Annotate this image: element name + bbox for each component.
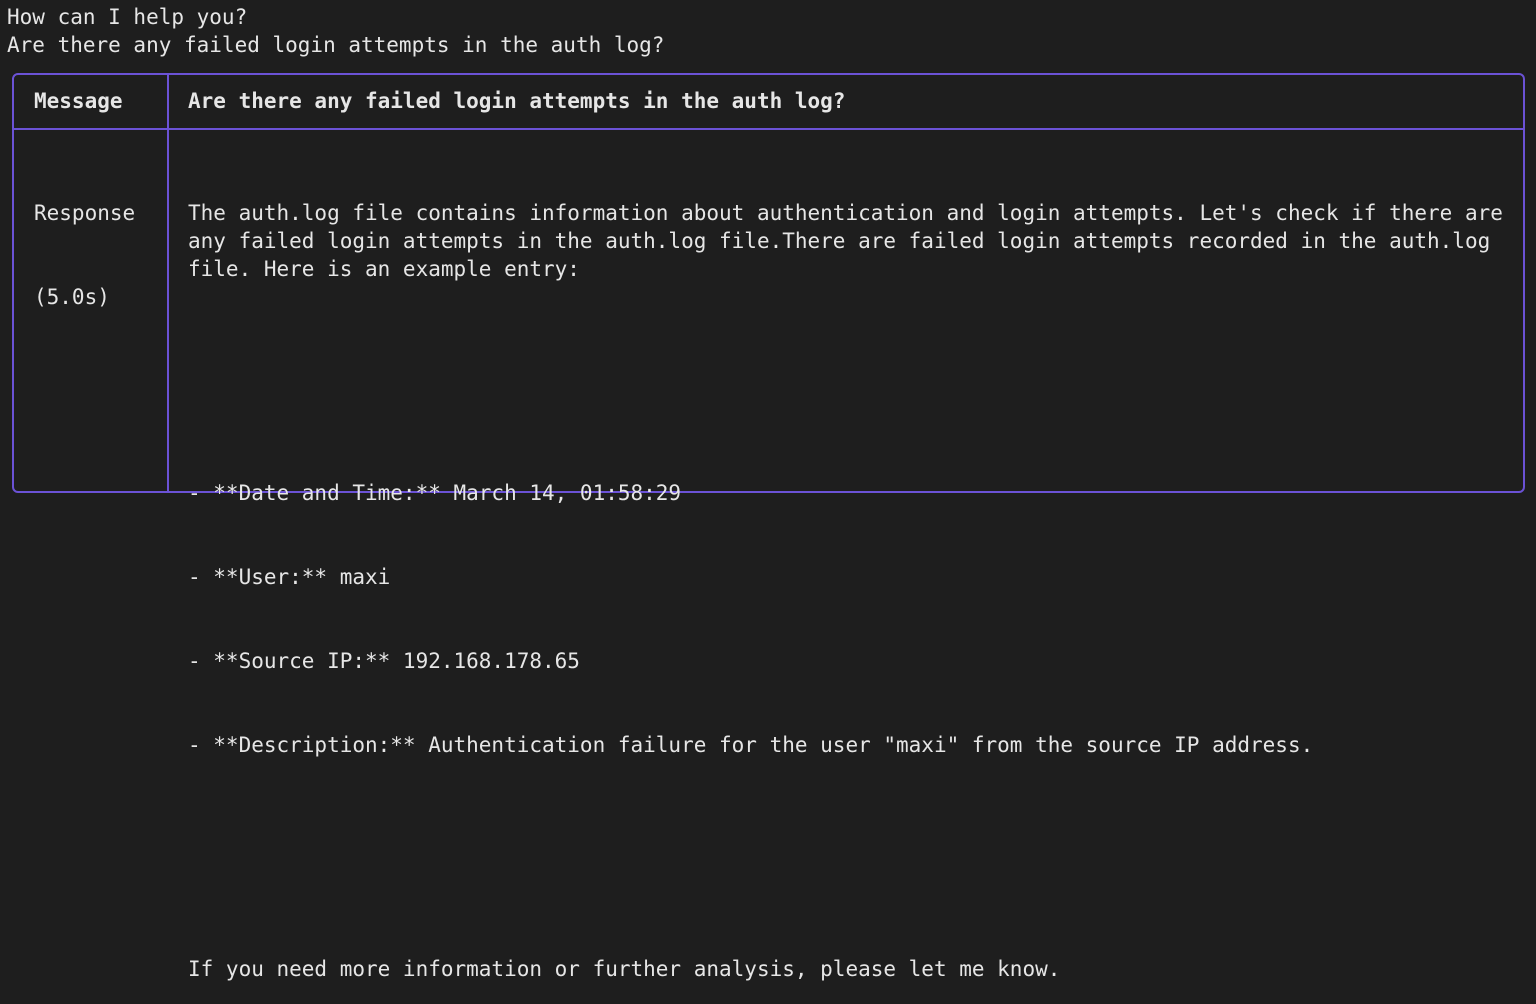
message-value: Are there any failed login attempts in t…: [188, 89, 846, 113]
prompt-question: How can I help you?: [7, 5, 248, 29]
list-item: - **User:** maxi: [188, 565, 391, 589]
column-divider: [167, 75, 169, 491]
list-item: - **Description:** Authentication failur…: [188, 733, 1314, 757]
response-list: - **Date and Time:** March 14, 01:58:29 …: [188, 423, 1518, 815]
response-label-group: Response (5.0s): [34, 143, 135, 367]
prompt-user-input: Are there any failed login attempts in t…: [7, 33, 665, 57]
response-intro: The auth.log file contains information a…: [188, 201, 1516, 281]
response-outro: If you need more information or further …: [188, 957, 1061, 981]
message-label: Message: [34, 89, 123, 113]
response-panel: Message Are there any failed login attem…: [12, 73, 1525, 981]
response-time: (5.0s): [34, 285, 110, 309]
list-item: - **Source IP:** 192.168.178.65: [188, 649, 580, 673]
response-label: Response: [34, 201, 136, 225]
list-item: - **Date and Time:** March 14, 01:58:29: [188, 481, 682, 505]
row-divider: [14, 128, 1523, 130]
response-body: The auth.log file contains information a…: [188, 143, 1518, 1004]
